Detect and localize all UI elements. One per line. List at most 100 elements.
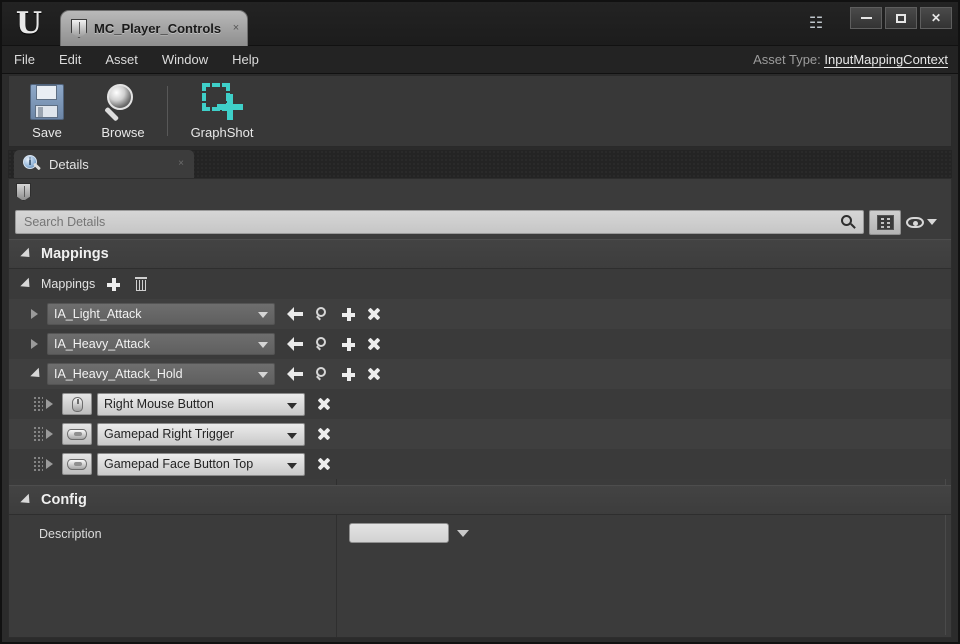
menu-item-help[interactable]: Help — [232, 52, 259, 67]
mouse-icon — [62, 393, 92, 415]
collapse-mapping-button[interactable] — [30, 367, 47, 381]
gamepad-icon — [62, 423, 92, 445]
remove-mapping-icon[interactable] — [367, 307, 381, 321]
chevron-down-icon — [20, 493, 34, 507]
add-key-icon[interactable] — [342, 367, 355, 381]
key-binding-row: Gamepad Right Trigger — [9, 419, 951, 449]
graphshot-button[interactable]: GraphShot — [174, 77, 270, 145]
add-key-icon[interactable] — [342, 337, 355, 351]
input-action-dropdown[interactable]: IA_Heavy_Attack — [47, 333, 275, 355]
dashed-square-plus-icon — [200, 82, 244, 122]
use-selected-asset-icon[interactable] — [287, 367, 303, 381]
grid-view-icon — [876, 214, 894, 230]
menu-bar: File Edit Asset Window Help Asset Type: … — [2, 46, 958, 74]
close-button[interactable]: ✕ — [920, 7, 952, 29]
maximize-button[interactable] — [885, 7, 917, 29]
browse-asset-icon[interactable] — [315, 306, 330, 322]
search-input[interactable] — [24, 215, 804, 229]
remove-mapping-icon[interactable] — [367, 367, 381, 381]
chevron-down-icon — [287, 462, 297, 469]
chevron-down-icon — [287, 402, 297, 409]
drag-handle-icon[interactable] — [33, 456, 43, 472]
tab-details[interactable]: i Details × — [14, 150, 194, 178]
tab-details-close-icon[interactable]: × — [178, 158, 184, 169]
remove-mapping-icon[interactable] — [367, 337, 381, 351]
chevron-down-icon — [927, 219, 937, 225]
key-dropdown[interactable]: Right Mouse Button — [97, 392, 305, 416]
search-details-field[interactable] — [15, 210, 864, 234]
tab-details-label: Details — [49, 156, 89, 172]
expand-key-button[interactable] — [46, 459, 62, 469]
category-header-mappings[interactable]: Mappings — [9, 239, 951, 269]
remove-key-icon[interactable] — [317, 457, 331, 471]
search-icon — [841, 215, 856, 230]
magnifier-icon — [102, 82, 144, 122]
input-action-dropdown[interactable]: IA_Light_Attack — [47, 303, 275, 325]
expand-mapping-button[interactable] — [31, 339, 47, 349]
document-flag-icon: ☷ — [808, 15, 824, 32]
expand-mapping-button[interactable] — [31, 309, 47, 319]
unreal-logo-icon: U — [15, 6, 43, 41]
key-dropdown[interactable]: Gamepad Right Trigger — [97, 422, 305, 446]
plus-icon — [106, 277, 120, 291]
menu-item-edit[interactable]: Edit — [59, 52, 81, 67]
drag-handle-icon[interactable] — [33, 396, 43, 412]
window-controls: ✕ — [850, 7, 952, 29]
key-dropdown[interactable]: Gamepad Face Button Top — [97, 452, 305, 476]
mapping-entry-row: IA_Light_Attack — [9, 299, 951, 329]
remove-key-icon[interactable] — [317, 397, 331, 411]
toolbar: Save Browse GraphShot — [8, 75, 952, 147]
chevron-down-icon[interactable] — [457, 530, 469, 537]
visibility-dropdown-button[interactable] — [906, 211, 940, 233]
input-action-value: IA_Light_Attack — [54, 307, 142, 321]
use-selected-asset-icon[interactable] — [287, 307, 303, 321]
browse-button-label: Browse — [101, 125, 145, 140]
mapping-entry-row: IA_Heavy_Attack_Hold — [9, 359, 951, 389]
key-binding-row: Right Mouse Button — [9, 389, 951, 419]
eye-icon — [906, 216, 924, 228]
mapping-row-actions — [287, 366, 381, 382]
input-action-dropdown[interactable]: IA_Heavy_Attack_Hold — [47, 363, 275, 385]
chevron-down-icon — [287, 432, 297, 439]
key-row-actions — [317, 397, 331, 411]
remove-key-icon[interactable] — [317, 427, 331, 441]
browse-asset-icon[interactable] — [315, 366, 330, 382]
chevron-down-icon — [258, 312, 268, 318]
delete-all-mappings-button[interactable] — [131, 274, 151, 294]
browse-asset-icon[interactable] — [315, 336, 330, 352]
mappings-array-label: Mappings — [41, 277, 96, 291]
property-tree: Mappings Mappings IA_Light_Attack IA_Hea… — [9, 239, 951, 637]
asset-tab[interactable]: MC_Player_Controls × — [60, 10, 249, 46]
menu-item-window[interactable]: Window — [162, 52, 208, 67]
description-field[interactable] — [349, 523, 449, 543]
drag-handle-icon[interactable] — [33, 426, 43, 442]
menu-item-asset[interactable]: Asset — [105, 52, 138, 67]
add-key-icon[interactable] — [342, 307, 355, 321]
chevron-down-icon — [258, 372, 268, 378]
view-options-button[interactable] — [869, 209, 901, 235]
browse-button[interactable]: Browse — [85, 77, 161, 145]
use-selected-asset-icon[interactable] — [287, 337, 303, 351]
save-button[interactable]: Save — [9, 77, 85, 145]
trash-icon — [135, 277, 148, 291]
asset-type-value[interactable]: InputMappingContext — [824, 52, 948, 68]
mapping-entry-row: IA_Heavy_Attack — [9, 329, 951, 359]
toolbar-separator — [167, 86, 168, 136]
chevron-right-icon — [46, 429, 53, 439]
panel-tab-strip: i Details × — [8, 150, 952, 178]
title-bar: U MC_Player_Controls × ☷ ✕ — [2, 2, 958, 46]
chevron-down-icon[interactable] — [20, 277, 34, 291]
expand-key-button[interactable] — [46, 429, 62, 439]
description-label: Description — [39, 527, 102, 541]
minimize-button[interactable] — [850, 7, 882, 29]
breadcrumb — [9, 179, 951, 205]
menu-item-file[interactable]: File — [14, 52, 35, 67]
mapping-row-actions — [287, 306, 381, 322]
expand-key-button[interactable] — [46, 399, 62, 409]
asset-type-info: Asset Type: InputMappingContext — [753, 52, 948, 68]
category-header-config[interactable]: Config — [9, 485, 951, 515]
chevron-down-icon — [258, 342, 268, 348]
chevron-right-icon — [31, 339, 38, 349]
add-mapping-button[interactable] — [103, 274, 123, 294]
tab-close-icon[interactable]: × — [233, 23, 239, 34]
